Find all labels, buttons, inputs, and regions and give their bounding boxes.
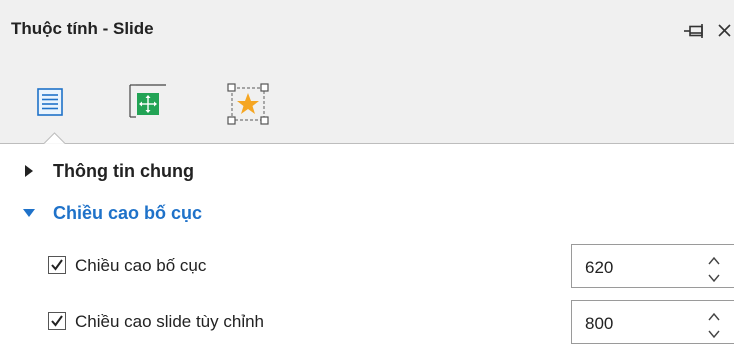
custom-slide-height-input[interactable]: 800	[571, 300, 734, 344]
layout-resize-icon[interactable]	[128, 84, 168, 124]
tab-divider	[65, 143, 734, 144]
spin-up-icon[interactable]	[707, 253, 721, 265]
panel-titlebar: Thuộc tính - Slide	[0, 0, 734, 60]
spin-down-icon[interactable]	[707, 270, 721, 283]
section-general-header[interactable]: Thông tin chung	[0, 153, 734, 189]
spin-down-icon[interactable]	[707, 326, 721, 339]
check-icon	[51, 315, 63, 327]
chevron-down-icon	[22, 206, 36, 220]
section-layout-height-header[interactable]: Chiều cao bố cục	[0, 195, 734, 231]
pin-icon[interactable]	[683, 20, 707, 42]
panel-tab-bar	[0, 60, 734, 144]
effects-star-icon[interactable]	[226, 82, 269, 125]
property-row-layout-height: Chiều cao bố cục 620	[0, 244, 734, 290]
spin-up-icon[interactable]	[707, 309, 721, 321]
layout-height-value[interactable]: 620	[585, 258, 613, 278]
close-icon[interactable]	[716, 19, 734, 41]
layout-height-input[interactable]: 620	[571, 244, 734, 288]
properties-panel: Thuộc tính - Slide Thông tin chung Chiều…	[0, 0, 734, 354]
tab-divider	[0, 143, 44, 144]
active-tab-indicator	[44, 132, 65, 144]
section-layout-height-label: Chiều cao bố cục	[53, 203, 203, 223]
layout-height-checkbox[interactable]	[48, 256, 66, 274]
property-row-custom-slide-height: Chiều cao slide tùy chỉnh 800	[0, 300, 734, 346]
custom-slide-height-value[interactable]: 800	[585, 314, 613, 334]
panel-title: Thuộc tính - Slide	[11, 19, 154, 38]
section-general-label: Thông tin chung	[53, 161, 194, 181]
check-icon	[51, 259, 63, 271]
properties-list-icon[interactable]	[37, 88, 77, 128]
chevron-right-icon	[22, 164, 36, 178]
custom-slide-height-checkbox[interactable]	[48, 312, 66, 330]
layout-height-label: Chiều cao bố cục	[75, 256, 207, 275]
custom-slide-height-label: Chiều cao slide tùy chỉnh	[75, 312, 265, 331]
